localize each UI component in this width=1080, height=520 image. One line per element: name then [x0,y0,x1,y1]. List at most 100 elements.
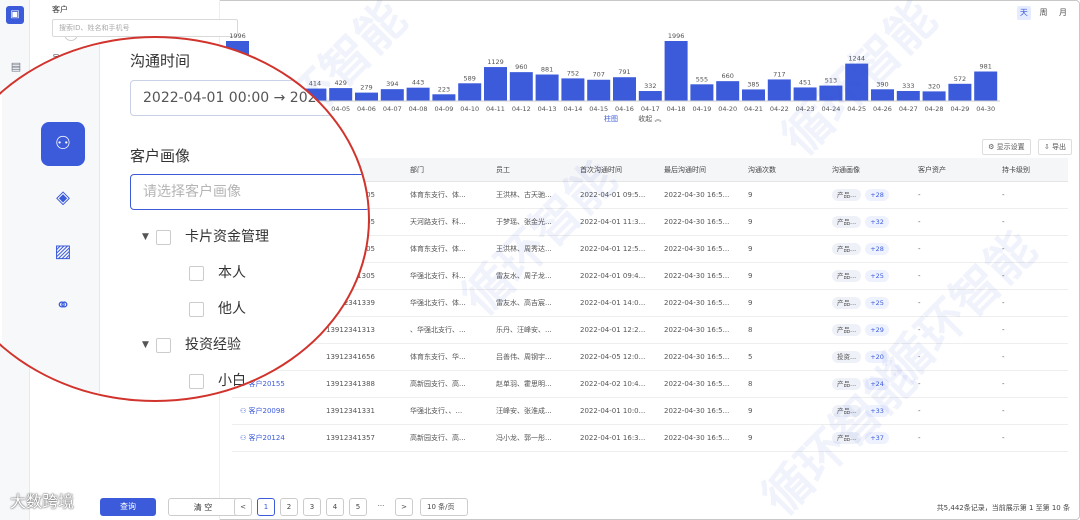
column-header[interactable]: 沟通画像 [832,158,860,182]
bar-value-label: 707 [592,71,604,79]
more-tags-badge[interactable]: +25 [865,270,889,282]
customer-nav-icon[interactable]: ⚇ [41,122,85,166]
cell-first: 2022-04-01 12:2... [580,326,646,334]
x-tick-label: 04-30 [976,105,995,113]
cell-last: 2022-04-30 16:5... [664,407,730,415]
profile-tag[interactable]: 产品... [832,270,862,282]
bar-value-label: 385 [747,80,759,88]
profile-tag[interactable]: 产品... [832,378,862,390]
image-nav-icon[interactable]: ▨ [41,230,85,274]
more-tags-badge[interactable]: +28 [865,243,889,255]
caret-down-icon[interactable]: ▼ [142,227,156,247]
next-page-button[interactable]: > [395,498,413,516]
chart-bar [535,74,559,101]
x-tick-label: 04-20 [718,105,737,113]
flow-nav-icon[interactable]: ⚭ [41,284,85,328]
profile-tag[interactable]: 产品... [832,189,862,201]
more-tags-badge[interactable]: +37 [865,432,889,444]
x-tick-label: 04-24 [821,105,840,113]
cell-staff: 乐丹、汪峰安、... [496,326,552,334]
x-tick-label: 04-10 [460,105,479,113]
x-tick-label: 04-28 [925,105,944,113]
week-toggle[interactable]: 周 [1036,6,1050,20]
clear-button[interactable]: 清 空 [168,498,238,516]
checkbox[interactable] [156,229,171,245]
cell-count: 5 [748,353,753,361]
layers-nav-icon[interactable]: ◈ [41,176,85,220]
tree-node[interactable]: ▼ 投资经验 [142,335,241,355]
checkbox[interactable] [189,265,204,281]
x-tick-label: 04-21 [744,105,763,113]
cell-count: 9 [748,407,753,415]
bar-value-label: 1129 [487,58,504,66]
more-tags-badge[interactable]: +32 [865,216,889,228]
page-1-button[interactable]: 1 [257,498,275,516]
page-size-select[interactable]: 10 条/页 [420,498,468,516]
chart-bar [561,78,585,101]
profile-tag[interactable]: 产品... [832,216,862,228]
more-tags-badge[interactable]: +20 [865,351,889,363]
profile-tag[interactable]: 产品... [832,432,862,444]
search-button[interactable]: 查询 [100,498,156,516]
column-header[interactable]: 客户资产 [918,158,946,182]
column-header[interactable]: 员工 [496,158,510,182]
cell-dept: 、华强北支行、... [410,326,466,334]
more-tags-badge[interactable]: +24 [865,378,889,390]
checkbox[interactable] [156,337,171,353]
x-tick-label: 04-23 [796,105,815,113]
column-header[interactable]: 首次沟通时间 [580,158,622,182]
profile-tags: 产品... +29 [832,317,912,344]
column-header[interactable]: 沟通次数 [748,158,776,182]
profile-tag[interactable]: 产品... [832,297,862,309]
checkbox[interactable] [189,373,204,389]
chart-bar [974,71,998,101]
tree-node[interactable]: ▼ 卡片资金管理 [142,227,269,247]
more-tags-badge[interactable]: +28 [865,189,889,201]
customer-id-link[interactable]: ⚇ 客户20124 [240,425,320,452]
x-tick-label: 04-12 [512,105,531,113]
more-tags-badge[interactable]: +29 [865,324,889,336]
magnifier-callout: ⚇ ◈ ▨ ⚭ 沟通时间 2022-04-01 00:00 → 2022- 客户… [0,36,370,402]
table-row[interactable]: ⚇ 客户20124 13912341357 高新园支行、高... 冯小龙、郭一彤...… [232,425,1068,452]
profile-tag[interactable]: 产品... [832,405,862,417]
page-2-button[interactable]: 2 [280,498,298,516]
chart-bar [587,79,611,101]
customer-id-link[interactable]: ⚇ 客户20098 [240,398,320,425]
collapse-chart-button[interactable]: 收起 ︽ [638,115,661,123]
tree-leaf[interactable]: 他人 [189,299,246,319]
display-settings-button[interactable]: ⚙ 显示设置 [982,139,1031,155]
comm-time-range-input[interactable]: 2022-04-01 00:00 → 2022- [130,80,368,116]
more-tags-badge[interactable]: +25 [865,297,889,309]
page-4-button[interactable]: 4 [326,498,344,516]
profile-tag[interactable]: 产品... [832,324,862,336]
checkbox[interactable] [189,301,204,317]
more-tags-badge[interactable]: +33 [865,405,889,417]
month-toggle[interactable]: 月 [1056,6,1070,20]
bar-chart-toggle[interactable]: 柱图 [604,115,618,123]
cell-asset: - [918,218,921,226]
caret-down-icon[interactable]: ▼ [142,335,156,355]
chart-bar [484,67,507,101]
cell-staff: 冯小龙、郭一彤... [496,434,552,442]
tree-leaf[interactable]: 小白 [189,371,246,391]
tree-node-label: 卡片资金管理 [185,229,269,245]
column-header[interactable]: 持卡级别 [1002,158,1030,182]
export-button[interactable]: ⇩ 导出 [1037,139,1072,155]
page-5-button[interactable]: 5 [349,498,367,516]
profile-tag[interactable]: 产品... [832,243,862,255]
cell-last: 2022-04-30 16:5... [664,434,730,442]
column-header[interactable]: 最后沟通时间 [664,158,706,182]
page-3-button[interactable]: 3 [303,498,321,516]
prev-page-button[interactable]: < [234,498,252,516]
tree-leaf[interactable]: 本人 [189,263,246,283]
cell-asset: - [918,191,921,199]
cell-staff: 雷友水、周子龙... [496,272,552,280]
profile-tags: 产品... +33 [832,398,912,425]
column-header[interactable]: 部门 [410,158,424,182]
profile-tag[interactable]: 投资... [832,351,862,363]
x-tick-label: 04-19 [692,105,711,113]
cell-level: - [1002,434,1005,442]
day-toggle[interactable]: 天 [1016,6,1031,20]
table-row[interactable]: ⚇ 客户20098 13912341331 华强北支行、、... 汪峰安、张淮成...… [232,398,1068,425]
customer-profile-select[interactable]: 请选择客户画像 [130,174,368,210]
